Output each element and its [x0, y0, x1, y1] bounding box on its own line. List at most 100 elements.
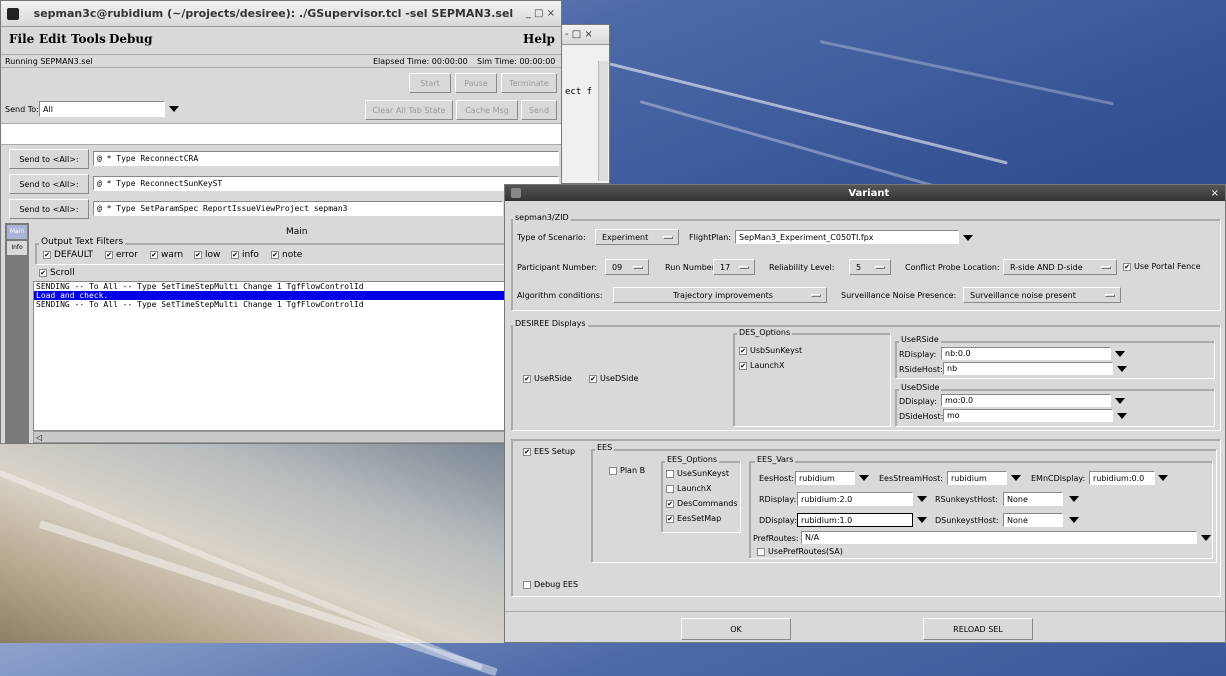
- tab-info[interactable]: Info: [7, 241, 27, 255]
- tab-main[interactable]: Main: [7, 225, 27, 239]
- chevron-down-icon[interactable]: [857, 472, 871, 484]
- debug-ees-checkbox[interactable]: Debug EES: [523, 580, 578, 589]
- scenario-menu[interactable]: Experiment: [595, 229, 679, 245]
- prefroutes-field[interactable]: N/A: [801, 531, 1197, 544]
- desiree-displays-title: DESIREE Displays: [513, 319, 588, 328]
- dsidehost-field[interactable]: mo: [943, 409, 1113, 422]
- horizontal-scrollbar[interactable]: ◁: [33, 431, 559, 443]
- chevron-down-icon[interactable]: [1113, 348, 1127, 360]
- scroll-checkbox[interactable]: ✔ Scroll: [39, 268, 75, 278]
- pause-button[interactable]: Pause: [455, 73, 497, 93]
- menu-tools[interactable]: Tools: [71, 32, 106, 46]
- use-portal-fence-checkbox[interactable]: ✔ Use Portal Fence: [1123, 262, 1201, 271]
- filter-info-checkbox[interactable]: ✔ info: [231, 250, 259, 260]
- rsunkeysthost-field[interactable]: None: [1003, 492, 1063, 506]
- chevron-down-icon[interactable]: [915, 514, 929, 526]
- dsunkeysthost-field[interactable]: None: [1003, 513, 1063, 527]
- filter-warn-checkbox[interactable]: ✔ warn: [150, 250, 183, 260]
- send-to-select[interactable]: All: [39, 101, 165, 117]
- algorithm-menu[interactable]: Trajectory improvements: [613, 287, 827, 303]
- filter-default-checkbox[interactable]: ✔ DEFAULT: [43, 250, 93, 260]
- window-controls-icon[interactable]: _ □ ×: [526, 8, 555, 19]
- scenario-label: Type of Scenario:: [517, 233, 586, 242]
- filter-low-checkbox[interactable]: ✔ low: [194, 250, 220, 260]
- scroll-left-icon[interactable]: ◁: [36, 433, 42, 442]
- menu-debug[interactable]: Debug: [109, 32, 153, 46]
- chevron-down-icon[interactable]: [1113, 395, 1127, 407]
- usbsunkeyst-checkbox[interactable]: ✔ UsbSunKeyst: [739, 346, 802, 355]
- start-button[interactable]: Start: [409, 73, 451, 93]
- userside-title: UseRSide: [899, 335, 941, 344]
- chevron-down-icon[interactable]: [1115, 363, 1129, 375]
- supervisor-titlebar[interactable]: sepman3c@rubidium (~/projects/desiree): …: [1, 1, 561, 27]
- participant-label: Participant Number:: [517, 263, 598, 272]
- chevron-down-icon[interactable]: [1199, 532, 1213, 544]
- menu-edit[interactable]: Edit: [39, 32, 67, 46]
- rsidehost-field[interactable]: nb: [943, 362, 1113, 375]
- rsidehost-label: RSideHost:: [899, 365, 943, 374]
- send-command-button-3[interactable]: Send to <All>:: [9, 199, 89, 219]
- use-dside-checkbox[interactable]: ✔ UseDSide: [589, 374, 638, 383]
- conflict-probe-label: Conflict Probe Location:: [905, 263, 1000, 272]
- emncdisplay-field[interactable]: rubidium:0.0: [1089, 471, 1155, 485]
- dsunkeysthost-label: DSunkeystHost:: [935, 516, 999, 525]
- ees-usesunkeyst-checkbox[interactable]: UseSunKeyst: [666, 469, 729, 478]
- eesstreamhost-field[interactable]: rubidium: [947, 471, 1007, 485]
- clear-tab-state-button[interactable]: Clear All Tab State: [365, 100, 453, 120]
- ees-descommands-checkbox[interactable]: ✔ DesCommands: [666, 499, 738, 508]
- button-bar: [505, 611, 1225, 643]
- menu-file[interactable]: File: [9, 32, 34, 46]
- status-text: Running SEPMAN3.sel: [5, 57, 93, 66]
- ees-ddisplay-label: DDisplay:: [759, 516, 797, 525]
- ok-button[interactable]: OK: [681, 618, 791, 640]
- chevron-down-icon[interactable]: [1009, 472, 1023, 484]
- ees-rdisplay-field[interactable]: rubidium:2.0: [797, 492, 913, 506]
- command-field-2[interactable]: @ * Type ReconnectSunKeyST: [93, 176, 559, 191]
- chevron-down-icon[interactable]: [1115, 410, 1129, 422]
- plan-b-checkbox[interactable]: Plan B: [609, 466, 645, 475]
- run-label: Run Number:: [665, 263, 718, 272]
- ees-eessetmap-checkbox[interactable]: ✔ EesSetMap: [666, 514, 721, 523]
- background-window: - □ × ect f: [560, 24, 610, 184]
- conflict-probe-menu[interactable]: R-side AND D-side: [1003, 259, 1117, 275]
- filter-note-checkbox[interactable]: ✔ note: [271, 250, 302, 260]
- command-field-3[interactable]: @ * Type SetParamSpec ReportIssueViewPro…: [93, 201, 503, 216]
- participant-menu[interactable]: 09: [605, 259, 649, 275]
- close-icon[interactable]: ×: [1211, 188, 1219, 199]
- supervisor-title: sepman3c@rubidium (~/projects/desiree): …: [33, 7, 514, 20]
- launchx-checkbox[interactable]: ✔ LaunchX: [739, 361, 784, 370]
- send-button[interactable]: Send: [521, 100, 557, 120]
- rdisplay-field[interactable]: nb:0.0: [941, 347, 1111, 360]
- ddisplay-field[interactable]: mo:0.0: [941, 394, 1111, 407]
- use-rside-checkbox[interactable]: ✔ UseRSide: [523, 374, 572, 383]
- background-scrollbar[interactable]: [598, 61, 608, 181]
- ees-ddisplay-field[interactable]: rubidium:1.0: [797, 513, 913, 527]
- chevron-down-icon[interactable]: [1067, 493, 1081, 505]
- use-prefroutes-checkbox[interactable]: UsePrefRoutes(SA): [757, 547, 843, 556]
- chevron-down-icon[interactable]: [1156, 472, 1170, 484]
- cache-msg-button[interactable]: Cache Msg: [456, 100, 518, 120]
- run-menu[interactable]: 17: [713, 259, 755, 275]
- ees-setup-checkbox[interactable]: ✔ EES Setup: [523, 447, 575, 456]
- eeshost-field[interactable]: rubidium: [795, 471, 855, 485]
- log-line-selected: Load and check.: [34, 291, 558, 300]
- send-command-button-2[interactable]: Send to <All>:: [9, 174, 89, 194]
- menu-help[interactable]: Help: [523, 32, 555, 46]
- command-field-1[interactable]: @ * Type ReconnectCRA: [93, 151, 559, 166]
- tab-strip: [5, 223, 29, 443]
- terminate-button[interactable]: Terminate: [501, 73, 557, 93]
- flightplan-field[interactable]: SepMan3_Experiment_C050TI.fpx: [735, 230, 959, 244]
- send-command-button-1[interactable]: Send to <All>:: [9, 149, 89, 169]
- reliability-menu[interactable]: 5: [849, 259, 891, 275]
- background-window-controls[interactable]: - □ ×: [565, 29, 593, 40]
- chevron-down-icon[interactable]: [915, 493, 929, 505]
- chevron-down-icon[interactable]: [1067, 514, 1081, 526]
- chevron-down-icon[interactable]: [961, 232, 975, 244]
- main-panel-header: Main: [286, 227, 308, 237]
- surveillance-menu[interactable]: Surveillance noise present: [963, 287, 1121, 303]
- reload-sel-button[interactable]: RELOAD SEL: [923, 618, 1033, 640]
- variant-titlebar[interactable]: Variant ×: [505, 185, 1225, 201]
- filter-error-checkbox[interactable]: ✔ error: [105, 250, 138, 260]
- ees-launchx-checkbox[interactable]: LaunchX: [666, 484, 711, 493]
- chevron-down-icon[interactable]: [167, 103, 181, 115]
